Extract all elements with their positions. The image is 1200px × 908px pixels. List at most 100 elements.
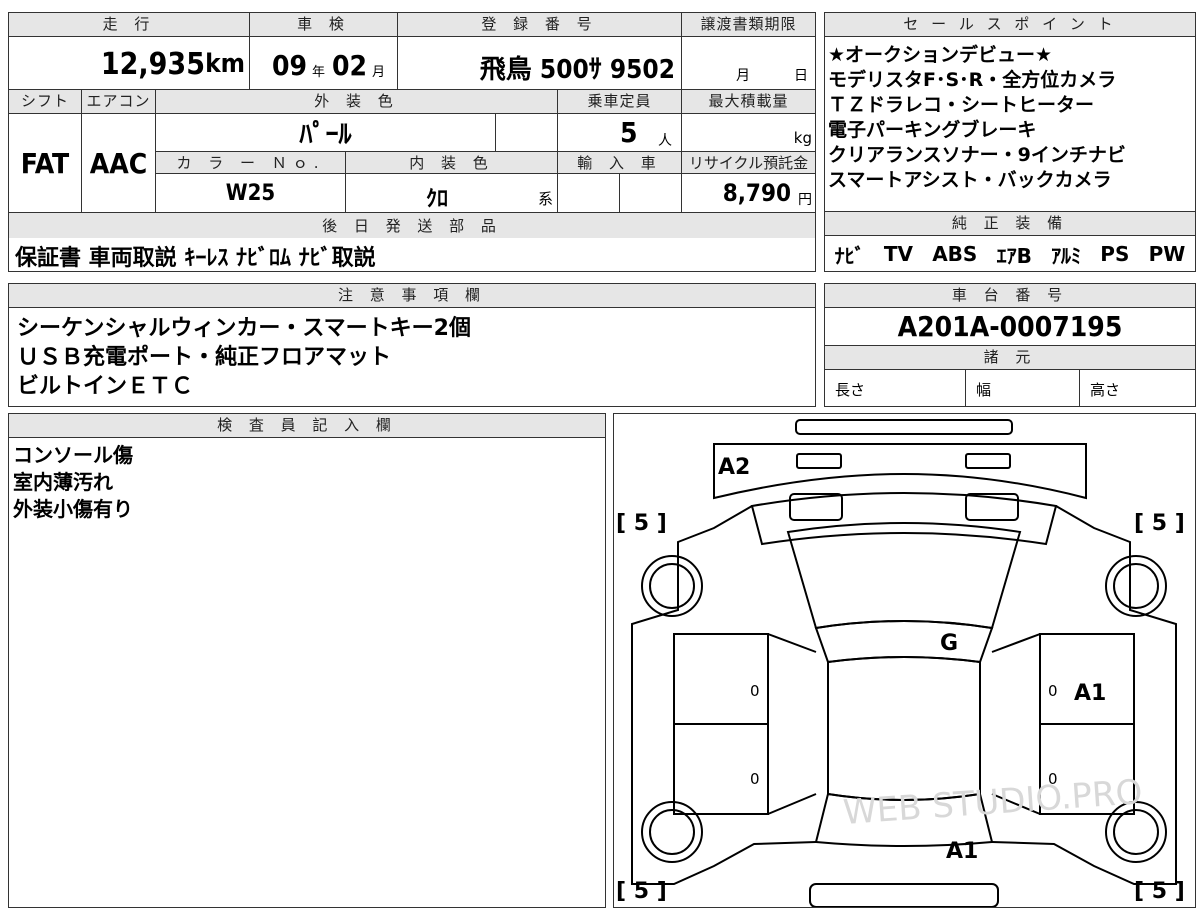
front-bumper — [713, 443, 1087, 500]
notes-line: シーケンシャルウィンカー・スマートキー2個 — [17, 316, 471, 341]
color-no-value-cell: W25 — [155, 174, 345, 213]
chassis-value: A201A-0007195 — [897, 310, 1123, 343]
door-zero-right-front: 0 — [1048, 682, 1058, 700]
recycle-value-cell: 8,790 円 — [681, 174, 815, 213]
color-no-header: カ ラ ー Ｎｏ. — [155, 152, 345, 174]
later-parts-header: 後 日 発 送 部 品 — [9, 213, 815, 239]
sales-points-list: ★オークションデビュー★ モデリスタF･S･R・全方位カメラ ＴＺドラレコ・シー… — [825, 43, 1195, 211]
inspection-month: 02 — [332, 49, 368, 82]
door-zero-left-front: 0 — [750, 682, 760, 700]
import-value-cell-2 — [619, 174, 681, 213]
sales-point-line: モデリスタF･S･R・全方位カメラ — [828, 69, 1117, 91]
roof-front — [814, 620, 994, 664]
sales-point-line: ★オークションデビュー★ — [828, 44, 1053, 66]
car-diagram-panel: WEB STUDIO.PRO [ 5 ] [ 5 ] [ 5 ] [ 5 ] A… — [613, 413, 1196, 908]
transfer-doc-value-cell: 月 日 — [681, 37, 815, 90]
shift-header: シフト — [9, 90, 81, 114]
specs-header: 諸 元 — [825, 346, 1195, 370]
notes-header: 注 意 事 項 欄 — [9, 284, 815, 308]
aircon-value-cell: AAC — [81, 114, 155, 213]
exterior-color-header: 外 装 色 — [155, 90, 557, 114]
notes-line: ビルトインＥＴＣ — [17, 374, 194, 399]
transfer-day-unit: 日 — [794, 68, 808, 84]
exterior-color-value-cell: ﾊﾟｰﾙ — [155, 114, 495, 152]
notes-line: ＵＳＢ充電ポート・純正フロアマット — [17, 345, 392, 370]
spec-width-label: 幅 — [976, 381, 992, 399]
capacity-header: 乗車定員 — [557, 90, 681, 114]
spec-length-cell: 長さ — [825, 370, 965, 406]
interior-color-value: ｸﾛ — [426, 187, 449, 212]
mileage-value-cell: 12,935 km — [9, 37, 249, 90]
inspector-panel: 検 査 員 記 入 欄 コンソール傷 室内薄汚れ 外装小傷有り — [8, 413, 606, 908]
right-fog-lamp — [965, 453, 1011, 469]
aircon-value: AAC — [89, 146, 148, 180]
roof — [827, 656, 981, 801]
transfer-month-unit: 月 — [736, 68, 750, 84]
max-load-header: 最大積載量 — [681, 90, 815, 114]
mark-windshield: G — [940, 631, 958, 656]
mileage-unit: km — [205, 49, 245, 79]
hood — [750, 492, 1058, 546]
interior-color-header: 内 装 色 — [345, 152, 557, 174]
right-front-door — [1039, 633, 1135, 725]
car-diagram: WEB STUDIO.PRO [ 5 ] [ 5 ] [ 5 ] [ 5 ] A… — [616, 419, 1185, 907]
import-value-cell-1 — [557, 174, 619, 213]
notes-panel: 注 意 事 項 欄 シーケンシャルウィンカー・スマートキー2個 ＵＳＢ充電ポート… — [8, 283, 816, 407]
inspector-header: 検 査 員 記 入 欄 — [9, 414, 605, 438]
vehicle-info-grid: 走 行 車 検 登 録 番 号 譲渡書類期限 12,935 km 09 年 02… — [8, 12, 816, 240]
rear-bumper — [809, 883, 999, 907]
chassis-value-cell: A201A-0007195 — [825, 308, 1195, 346]
inspection-year: 09 — [272, 49, 308, 82]
shift-value: FAT — [20, 146, 70, 180]
sales-point-line: 電子パーキングブレーキ — [828, 119, 1037, 141]
equipment-item-abs: ABS — [932, 242, 978, 266]
diagram-watermark: WEB STUDIO.PRO — [842, 772, 1144, 833]
equipment-item-ps: PS — [1100, 242, 1130, 266]
sales-points-panel: セ ー ル ス ポ イ ン ト ★オークションデビュー★ モデリスタF･S･R・… — [824, 12, 1196, 212]
exterior-color-extra-cell — [495, 114, 557, 152]
mark-right-door: A1 — [1074, 681, 1106, 706]
tire-rear-right: [ 5 ] — [1134, 879, 1185, 904]
left-front-door — [673, 633, 769, 725]
tire-front-right: [ 5 ] — [1134, 511, 1185, 536]
spec-height-label: 高さ — [1090, 381, 1121, 399]
import-header: 輸 入 車 — [557, 152, 681, 174]
windshield — [786, 522, 1022, 630]
max-load-value-cell: kg — [681, 114, 815, 152]
color-no-value: W25 — [225, 180, 276, 206]
equipment-item-alloy: ｱﾙﾐ — [1051, 243, 1082, 268]
mileage-header: 走 行 — [9, 13, 249, 37]
aircon-header: エアコン — [81, 90, 155, 114]
inspection-month-unit: 月 — [372, 65, 386, 80]
registration-value: 飛鳥 500ｻ 9502 — [479, 55, 675, 85]
equipment-item-navi: ﾅﾋﾞ — [834, 243, 865, 268]
recycle-header: リサイクル預託金 — [681, 152, 815, 174]
equipment-list: ﾅﾋﾞ TV ABS ｴｱB ｱﾙﾐ PS PW — [825, 238, 1195, 270]
registration-value-cell: 飛鳥 500ｻ 9502 — [397, 37, 681, 90]
shift-value-cell: FAT — [9, 114, 81, 213]
inspector-list: コンソール傷 室内薄汚れ 外装小傷有り — [9, 442, 605, 542]
mileage-value: 12,935 — [100, 47, 205, 82]
spec-height-cell: 高さ — [1079, 370, 1195, 406]
capacity-unit: 人 — [658, 133, 672, 149]
inspection-year-unit: 年 — [312, 65, 326, 80]
sales-points-header: セ ー ル ス ポ イ ン ト — [825, 13, 1195, 37]
registration-header: 登 録 番 号 — [397, 13, 681, 37]
equipment-item-airbag: ｴｱB — [996, 243, 1032, 268]
inspection-value-cell: 09 年 02 月 — [249, 37, 397, 90]
tire-rear-left: [ 5 ] — [616, 879, 667, 904]
chassis-panel: 車 台 番 号 A201A-0007195 諸 元 長さ 幅 高さ — [824, 283, 1196, 407]
interior-color-value-cell: ｸﾛ 系 — [345, 174, 557, 213]
door-zero-right-rear: 0 — [1048, 770, 1058, 788]
notes-list: シーケンシャルウィンカー・スマートキー2個 ＵＳＢ充電ポート・純正フロアマット … — [9, 314, 815, 406]
recycle-value: 8,790 — [722, 179, 791, 207]
inspector-line: 室内薄汚れ — [13, 470, 113, 494]
max-load-unit: kg — [793, 129, 812, 147]
body-left-outline — [631, 505, 817, 885]
transfer-doc-header: 譲渡書類期限 — [681, 13, 815, 37]
sales-point-line: スマートアシスト・バックカメラ — [828, 169, 1112, 191]
left-fog-lamp — [796, 453, 842, 469]
equipment-header: 純 正 装 備 — [825, 212, 1195, 236]
sales-point-line: クリアランスソナー・9インチナビ — [828, 144, 1126, 166]
inspection-header: 車 検 — [249, 13, 397, 37]
